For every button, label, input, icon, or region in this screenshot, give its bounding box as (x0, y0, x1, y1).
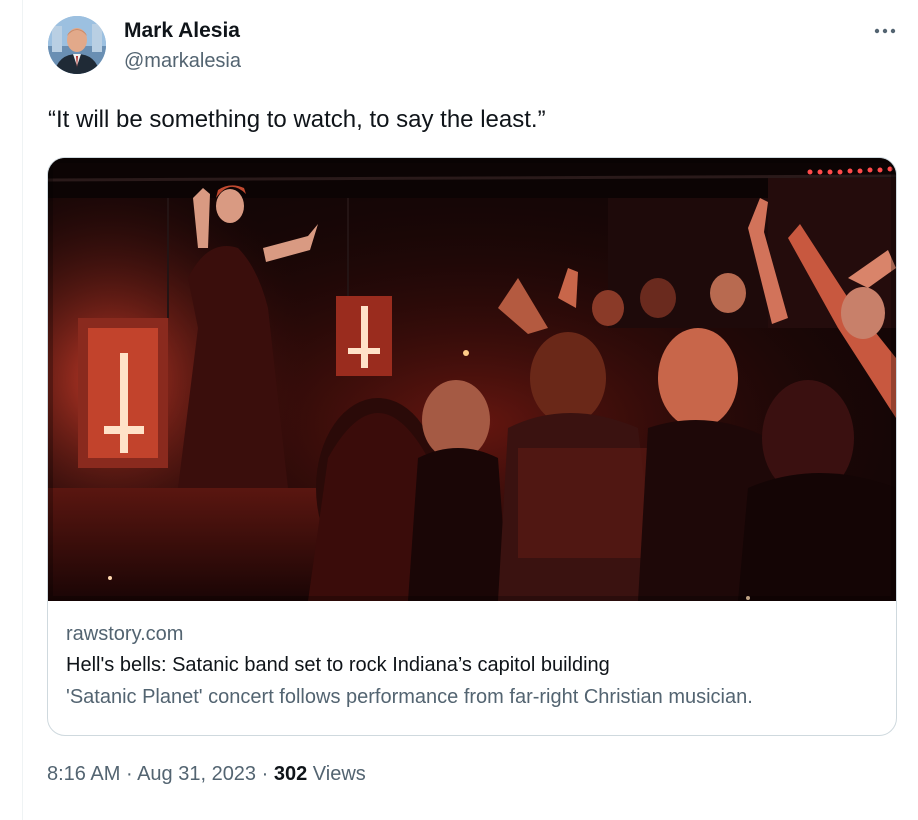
more-options-button[interactable] (872, 18, 898, 44)
views-count: 302 (273, 763, 308, 785)
views-label: Views (307, 763, 366, 785)
link-card[interactable]: rawstory.com Hell's bells: Satanic band … (47, 157, 897, 736)
avatar[interactable] (48, 16, 106, 74)
link-card-meta: rawstory.com Hell's bells: Satanic band … (66, 619, 886, 713)
concert-photo-icon[interactable] (48, 158, 896, 601)
meta-separator: · (256, 763, 274, 785)
user-info: Mark Alesia @markalesia (124, 18, 241, 74)
link-card-description: 'Satanic Planet' concert follows perform… (66, 686, 753, 708)
tweet: Mark Alesia @markalesia “It will be some… (23, 0, 918, 820)
tweet-meta: 8:16 AM · Aug 31, 2023 · 302 Views (47, 760, 366, 788)
tweet-header: Mark Alesia @markalesia (48, 16, 898, 76)
more-horizontal-icon (874, 28, 896, 34)
user-handle[interactable]: @markalesia (124, 48, 241, 74)
link-card-domain: rawstory.com (66, 623, 184, 645)
meta-separator: · (120, 763, 138, 785)
link-card-title: Hell's bells: Satanic band set to rock I… (66, 654, 610, 676)
profile-photo-icon (48, 16, 106, 74)
tweet-date[interactable]: Aug 31, 2023 (137, 763, 256, 785)
tweet-time[interactable]: 8:16 AM (47, 763, 120, 785)
display-name[interactable]: Mark Alesia (124, 18, 241, 44)
tweet-text: “It will be something to watch, to say t… (48, 106, 546, 133)
